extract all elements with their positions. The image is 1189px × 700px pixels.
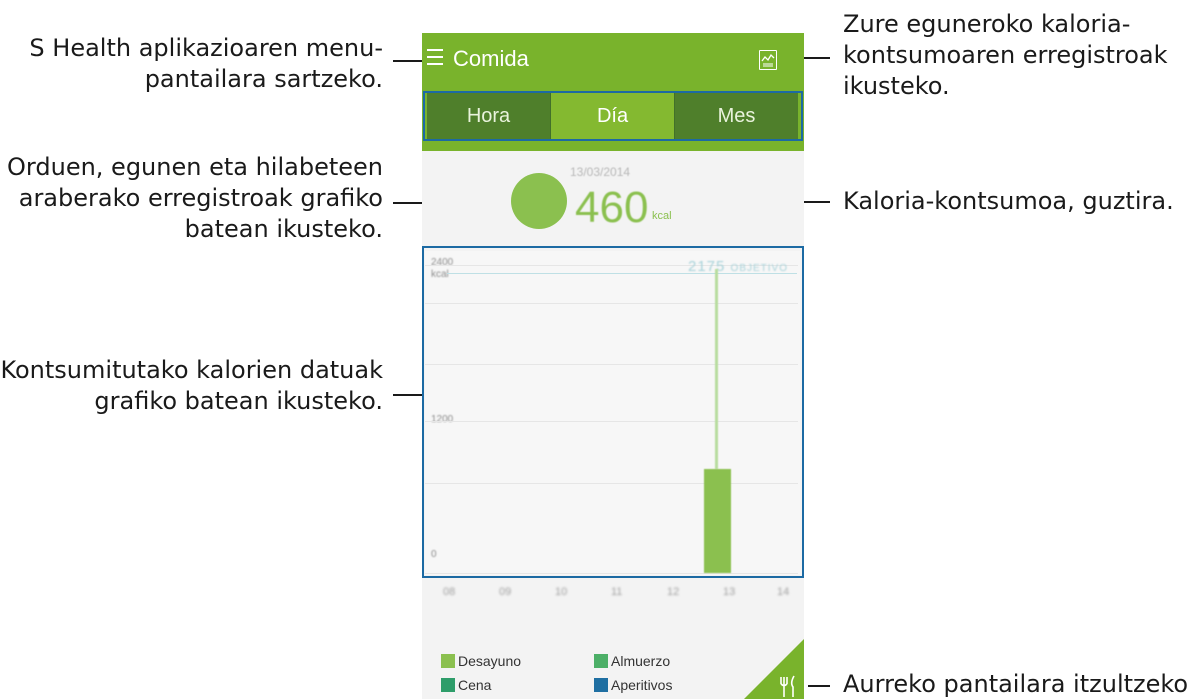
leader-line-back	[808, 685, 830, 687]
annotation-back: Aurreko pantailara itzultzeko.	[843, 670, 1189, 698]
x-tick: 12	[667, 586, 680, 598]
legend-item-lunch: Almuerzo	[594, 653, 670, 669]
x-tick: 11	[611, 586, 623, 598]
annotation-menu: S Health aplikazioaren menu- pantailara …	[29, 34, 383, 93]
x-tick: 09	[499, 586, 512, 598]
back-button[interactable]	[744, 639, 804, 699]
action-bar: Comida	[422, 33, 804, 87]
hamburger-icon[interactable]	[427, 49, 443, 69]
legend-swatch	[594, 678, 608, 692]
x-tick: 13	[723, 586, 736, 598]
legend-item-dinner: Cena	[441, 677, 491, 693]
calorie-ring	[511, 173, 567, 229]
summary-date: 13/03/2014	[570, 165, 631, 179]
legend-item-breakfast: Desayuno	[441, 653, 521, 669]
x-tick: 08	[443, 586, 456, 598]
app-title: Comida	[453, 46, 529, 71]
calorie-total: 460	[575, 183, 649, 232]
chart-icon[interactable]	[759, 50, 777, 70]
x-tick: 10	[555, 586, 568, 598]
leader-line-menu	[393, 60, 422, 62]
x-axis: 08 09 10 11 12 13 14	[422, 578, 804, 608]
annotation-graph: Kontsumitutako kalorien datuak grafiko b…	[0, 356, 383, 415]
highlight-graph	[422, 246, 804, 578]
legend-swatch	[441, 678, 455, 692]
annotation-total: Kaloria-kontsumoa, guztira.	[843, 187, 1174, 215]
x-tick: 14	[777, 586, 790, 598]
leader-line-graph	[393, 394, 422, 396]
legend-item-snacks: Aperitivos	[594, 677, 672, 693]
phone-screen: Comida Hora Día Mes 13/03/2014 460 kcal …	[422, 33, 804, 699]
legend-swatch	[594, 654, 608, 668]
calorie-unit: kcal	[652, 210, 672, 222]
fork-knife-icon	[744, 639, 804, 699]
legend-swatch	[441, 654, 455, 668]
annotation-records: Zure eguneroko kaloria- kontsumoaren err…	[843, 10, 1168, 100]
highlight-tabs	[423, 91, 803, 141]
annotation-periods: Orduen, egunen eta hilabeteen araberako …	[7, 153, 383, 243]
